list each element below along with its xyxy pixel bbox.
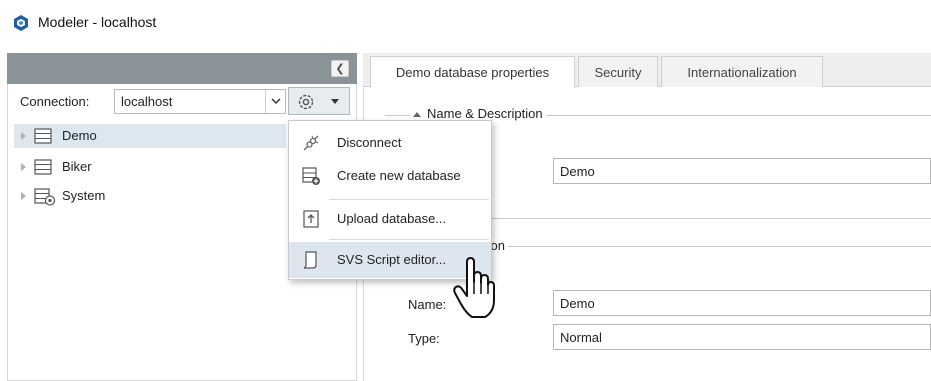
tab-label: Security: [594, 65, 642, 80]
hand-cursor-icon: [453, 257, 495, 318]
name-description-field[interactable]: Demo: [553, 158, 931, 184]
gear-icon: [298, 94, 314, 110]
tree-item-label: Demo: [62, 128, 97, 143]
menu-item-disconnect[interactable]: Disconnect: [289, 125, 491, 161]
connection-label: Connection:: [20, 94, 90, 109]
chevron-left-icon: ❮: [335, 63, 345, 75]
tree-item-biker[interactable]: Biker: [14, 155, 286, 179]
upload-icon: [303, 210, 319, 228]
app-logo-icon: [14, 15, 28, 31]
menu-item-label: SVS Script editor...: [337, 252, 447, 267]
menu-item-create-new-database[interactable]: Create new database: [289, 158, 491, 194]
title-bar: Modeler - localhost: [0, 0, 931, 44]
tree-item-system[interactable]: System: [14, 184, 286, 208]
script-icon: [303, 251, 317, 269]
menu-item-label: Disconnect: [337, 135, 402, 150]
tab-demo-database-properties[interactable]: Demo database properties: [370, 56, 575, 88]
field-value: Normal: [560, 330, 602, 345]
connection-select[interactable]: localhost: [114, 89, 286, 114]
name-label: Name:: [408, 297, 447, 312]
window-title: Modeler - localhost: [38, 14, 157, 30]
name-field[interactable]: Demo: [553, 290, 931, 316]
expand-arrow-icon[interactable]: [21, 192, 26, 200]
tab-security[interactable]: Security: [578, 56, 658, 87]
tree-item-demo[interactable]: Demo: [14, 124, 286, 148]
menu-separator: [329, 199, 489, 200]
collapse-caret-icon: [413, 112, 421, 118]
database-icon: [34, 128, 52, 144]
type-label: Type:: [408, 331, 440, 346]
tree-item-label: Biker: [62, 159, 92, 174]
expand-arrow-icon[interactable]: [21, 163, 26, 171]
navigator-header: [7, 53, 357, 84]
chevron-down-icon[interactable]: [265, 90, 285, 113]
database-icon: [34, 159, 52, 175]
tab-label: Demo database properties: [395, 65, 550, 80]
connection-settings-button[interactable]: [288, 87, 350, 115]
create-database-icon: [302, 167, 320, 185]
group-name-description-header[interactable]: Name & Description: [410, 106, 546, 121]
collapse-panel-button[interactable]: ❮: [331, 60, 349, 77]
connection-value: localhost: [121, 94, 173, 109]
menu-item-upload-database[interactable]: Upload database...: [289, 201, 491, 237]
type-field[interactable]: Normal: [553, 324, 931, 350]
field-value: Demo: [560, 296, 595, 311]
tab-internationalization[interactable]: Internationalization: [661, 56, 823, 87]
menu-item-label: Upload database...: [337, 211, 447, 226]
field-value: Demo: [560, 164, 595, 179]
disconnect-icon: [303, 135, 319, 151]
dropdown-caret-icon: [331, 99, 339, 104]
tab-label: Internationalization: [687, 65, 797, 80]
expand-arrow-icon[interactable]: [21, 132, 26, 140]
tree-item-label: System: [62, 188, 106, 203]
group-title: Name & Description: [427, 106, 543, 121]
menu-separator: [329, 239, 489, 240]
system-database-icon: [34, 188, 56, 206]
menu-item-label: Create new database: [337, 168, 461, 183]
